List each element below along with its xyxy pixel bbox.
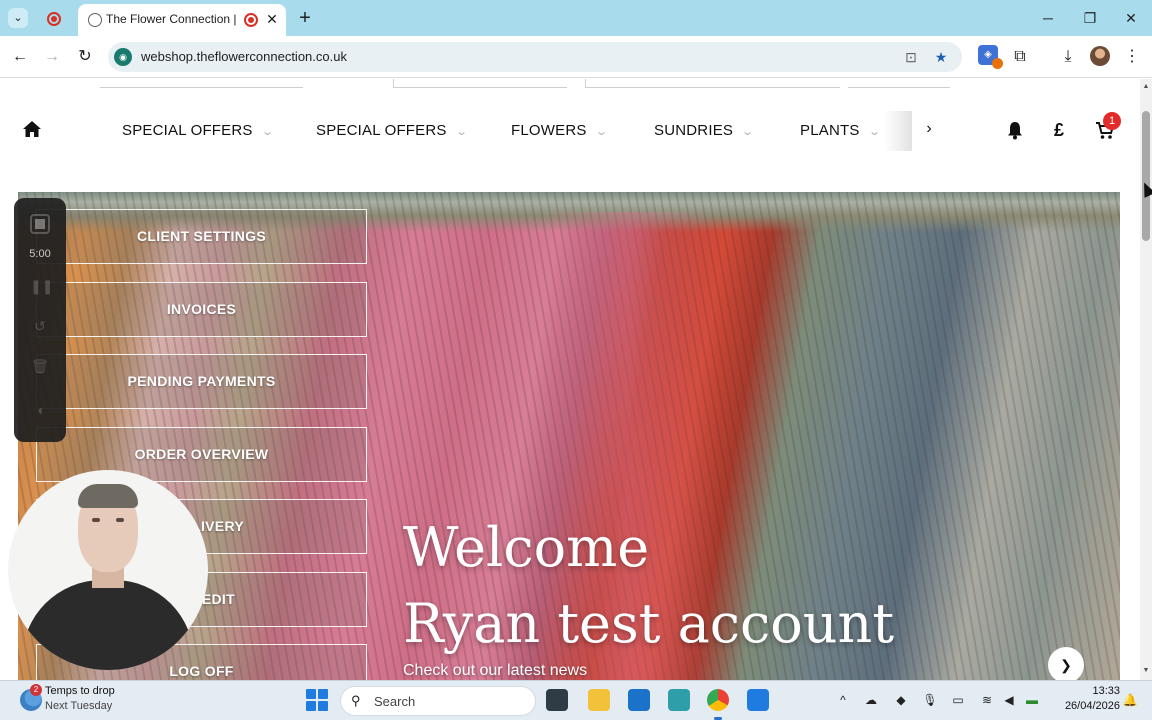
microphone-icon[interactable]: 🎙 — [921, 691, 939, 709]
notifications-icon[interactable]: 🔔 — [1121, 691, 1139, 709]
search-icon: ⚲ — [351, 693, 361, 708]
restart-icon[interactable]: ↺ — [30, 316, 50, 336]
home-icon[interactable] — [22, 119, 42, 139]
dropbox-icon[interactable]: ◆ — [892, 691, 910, 709]
webcam-person-hair — [78, 484, 138, 508]
currency-pound-icon[interactable]: £ — [1048, 119, 1070, 141]
menu-kebab-icon[interactable]: ⋮ — [1121, 46, 1143, 68]
cart-count-badge: 1 — [1103, 112, 1121, 130]
recording-icon — [47, 12, 61, 26]
extensions-puzzle-icon[interactable]: ⧉ — [1009, 46, 1031, 68]
forward-icon[interactable]: → — [41, 46, 63, 68]
tab-search-chevron-icon[interactable]: ⌄ — [8, 8, 28, 28]
wifi-icon[interactable]: ≋ — [978, 691, 996, 709]
chevron-down-icon: ⌄ — [867, 126, 881, 138]
tab-close-icon[interactable]: ✕ — [264, 11, 280, 27]
tab-flower-connection[interactable]: The Flower Connection | We ✕ — [78, 4, 286, 36]
reload-icon[interactable]: ↻ — [74, 46, 96, 68]
restore-icon[interactable]: ❐ — [1076, 6, 1104, 30]
recording-timer: 5:00 — [29, 248, 51, 260]
header-top-strip — [0, 79, 1140, 89]
display-icon[interactable]: ▭ — [949, 691, 967, 709]
show-hidden-icons[interactable]: ^ — [834, 691, 852, 709]
minimize-icon[interactable]: ─ — [1034, 6, 1062, 30]
webcam-person-body — [22, 580, 194, 670]
extension-icon[interactable]: ◈ — [978, 45, 1003, 69]
tab-recording-icon — [244, 13, 258, 27]
taskbar-search[interactable]: ⚲ Search — [340, 686, 536, 716]
invoices-button[interactable]: INVOICES — [36, 282, 367, 337]
task-view-icon[interactable] — [546, 689, 568, 711]
browser-tabstrip: ⌄ The Flower Connection | We ✕ + ─ ❐ ✕ — [0, 0, 1152, 36]
scroll-down-icon[interactable]: ▼ — [1142, 667, 1150, 675]
stop-recording-icon[interactable] — [30, 214, 50, 234]
welcome-line: Welcome — [403, 516, 650, 579]
chrome-icon[interactable] — [707, 689, 729, 720]
webcam-bubble[interactable] — [8, 470, 208, 670]
onedrive-icon[interactable]: ☁ — [862, 691, 880, 709]
chevron-down-icon: ⌄ — [454, 126, 468, 138]
chevron-down-icon: ⌄ — [741, 126, 755, 138]
pending-payments-button[interactable]: PENDING PAYMENTS — [36, 354, 367, 409]
file-explorer-icon[interactable] — [588, 689, 610, 711]
page-scrollbar[interactable]: ▲ ▼ — [1140, 79, 1152, 680]
profile-avatar[interactable] — [1090, 46, 1110, 66]
webcam-person-eye — [116, 518, 124, 522]
pinned-recording-tab[interactable] — [38, 6, 70, 32]
hero-next-arrow-icon[interactable]: ❯ — [1048, 647, 1084, 680]
camera-toggle-icon[interactable]: ◖ — [30, 400, 50, 420]
news-link-text[interactable]: Check out our latest news — [403, 662, 587, 680]
back-icon[interactable]: ← — [9, 46, 31, 68]
nav-special-offers-2[interactable]: SPECIAL OFFERS ⌄ — [316, 122, 468, 139]
weather-subtitle: Next Tuesday — [45, 700, 113, 712]
bell-icon[interactable] — [1004, 119, 1026, 141]
weather-badge: 2 — [30, 684, 42, 696]
nav-overflow-fade — [884, 111, 912, 151]
nav-plants[interactable]: PLANTS ⌄ — [800, 122, 881, 139]
windows-start-icon[interactable] — [306, 689, 328, 711]
clock-time[interactable]: 13:33 — [1072, 685, 1120, 697]
new-tab-button[interactable]: + — [294, 7, 316, 29]
windows-store-icon[interactable] — [747, 689, 769, 711]
globe-icon — [88, 13, 102, 27]
address-bar[interactable]: ◉ webshop.theflowerconnection.co.uk ⊡ ★ — [108, 42, 962, 72]
search-placeholder: Search — [374, 694, 416, 709]
site-navigation: SPECIAL OFFERS ⌄ SPECIAL OFFERS ⌄ FLOWERS ⌄… — [0, 107, 1140, 155]
notepad-icon[interactable] — [668, 689, 690, 711]
browser-toolbar: ← → ↻ ◉ webshop.theflowerconnection.co.u… — [0, 36, 1152, 78]
webcam-person-eye — [92, 518, 100, 522]
trash-icon[interactable]: 🗑 — [30, 356, 50, 376]
close-window-icon[interactable]: ✕ — [1117, 6, 1145, 30]
clock-date[interactable]: 26/04/2026 — [1050, 700, 1120, 712]
download-icon[interactable]: ⤓ — [1057, 46, 1079, 68]
outlook-icon[interactable] — [628, 689, 650, 711]
install-app-icon[interactable]: ⊡ — [902, 48, 920, 66]
pause-icon[interactable]: ❚❚ — [30, 276, 53, 296]
nav-sundries[interactable]: SUNDRIES ⌄ — [654, 122, 755, 139]
chevron-down-icon: ⌄ — [594, 126, 608, 138]
windows-taskbar: 2 Temps to drop Next Tuesday ⚲ Search ^ … — [0, 680, 1152, 720]
battery-icon[interactable]: ▬ — [1023, 691, 1041, 709]
nav-scroll-right-icon[interactable]: › — [920, 119, 938, 139]
bookmark-star-icon[interactable]: ★ — [932, 48, 950, 66]
nav-flowers[interactable]: FLOWERS ⌄ — [511, 122, 608, 139]
screen-recorder-panel: 5:00 ❚❚ ↺ 🗑 ◖ — [14, 198, 66, 442]
tab-title: The Flower Connection | We — [106, 12, 238, 26]
welcome-heading: Welcome Ryan test account — [403, 510, 894, 662]
chevron-down-icon: ⌄ — [260, 126, 274, 138]
client-settings-button[interactable]: CLIENT SETTINGS — [36, 209, 367, 264]
nav-special-offers-1[interactable]: SPECIAL OFFERS ⌄ — [122, 122, 274, 139]
account-name: Ryan test account — [403, 592, 895, 655]
site-info-icon[interactable]: ◉ — [114, 48, 132, 66]
scroll-up-icon[interactable]: ▲ — [1142, 83, 1150, 91]
url-text: webshop.theflowerconnection.co.uk — [141, 49, 347, 64]
volume-icon[interactable]: ◀ — [1000, 691, 1018, 709]
weather-title[interactable]: Temps to drop — [45, 685, 115, 697]
scrollbar-thumb[interactable] — [1142, 111, 1150, 241]
